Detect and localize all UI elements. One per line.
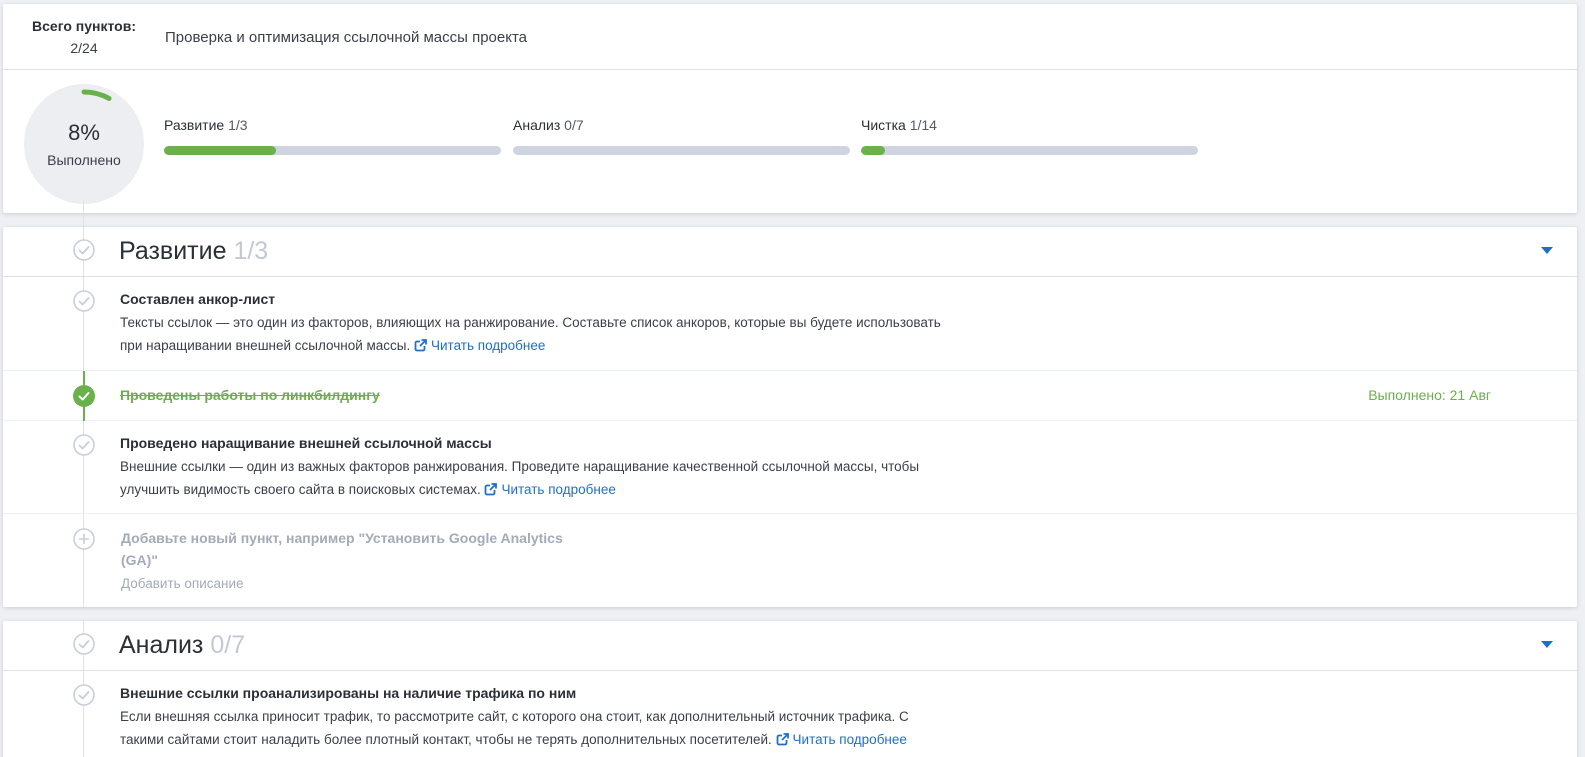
item-description: Внешние ссылки — один из важных факторов…: [120, 459, 920, 497]
add-item-title-placeholder[interactable]: Добавьте новый пункт, например "Установи…: [121, 527, 581, 571]
completed-date: Выполнено: 21 Авг: [1368, 387, 1491, 403]
item-title[interactable]: Проведено наращивание внешней ссылочной …: [120, 435, 492, 451]
section-header[interactable]: Развитие 1/3: [3, 227, 1577, 277]
add-item-row[interactable]: Добавьте новый пункт, например "Установи…: [3, 514, 1577, 606]
section-razvitie: Развитие 1/3 Составлен анкор-лист Тексты…: [3, 227, 1577, 607]
read-more-link[interactable]: Читать подробнее: [776, 732, 907, 747]
project-title: Проверка и оптимизация ссылочной массы п…: [165, 29, 528, 46]
item-check-icon[interactable]: [73, 290, 95, 312]
completion-circle: 8% Выполнено: [24, 84, 144, 204]
item-check-icon[interactable]: [73, 434, 95, 456]
checklist-item-done: Проведены работы по линкбилдингу Выполне…: [3, 371, 1577, 421]
collapse-caret-icon[interactable]: [1541, 247, 1553, 254]
progress-bar-fill: [861, 146, 885, 155]
progress-summary-card: Всего пунктов: 2/24 Проверка и оптимизац…: [3, 4, 1577, 213]
section-header[interactable]: Анализ 0/7: [3, 621, 1577, 671]
read-more-link[interactable]: Читать подробнее: [484, 482, 616, 497]
progress-bar: [513, 146, 850, 155]
item-check-icon[interactable]: [73, 684, 95, 706]
progress-bar: [861, 146, 1198, 155]
category-label: Чистка 1/14: [861, 117, 937, 133]
completion-percent: 8%: [68, 120, 100, 145]
section-check-icon[interactable]: [73, 633, 95, 655]
item-title[interactable]: Внешние ссылки проанализированы на налич…: [120, 685, 576, 701]
category-progress-razvitie: Развитие 1/3: [164, 117, 501, 155]
section-analiz: Анализ 0/7 Внешние ссылки проанализирова…: [3, 621, 1577, 757]
add-plus-icon[interactable]: [73, 528, 95, 550]
item-title[interactable]: Составлен анкор-лист: [120, 291, 275, 307]
section-title: Развитие 1/3: [119, 237, 269, 265]
item-title-done[interactable]: Проведены работы по линкбилдингу: [120, 387, 380, 403]
item-description: Если внешняя ссылка приносит трафик, то …: [120, 709, 909, 747]
progress-bar-fill: [164, 146, 277, 155]
checklist-item: Составлен анкор-лист Тексты ссылок — это…: [3, 277, 1577, 371]
section-check-icon[interactable]: [73, 239, 95, 261]
checklist-item: Внешние ссылки проанализированы на налич…: [3, 671, 1577, 757]
item-done-check-icon[interactable]: [73, 385, 95, 407]
collapse-caret-icon[interactable]: [1541, 641, 1553, 648]
item-description: Тексты ссылок — это один из факторов, вл…: [120, 315, 941, 353]
total-items-label: Всего пунктов:: [32, 18, 136, 34]
category-label: Анализ 0/7: [513, 117, 584, 133]
external-link-icon: [485, 482, 498, 495]
category-label: Развитие 1/3: [164, 117, 248, 133]
total-items-value: 2/24: [70, 40, 98, 56]
progress-bar: [164, 146, 501, 155]
external-link-icon: [414, 338, 427, 351]
read-more-link[interactable]: Читать подробнее: [414, 338, 545, 353]
section-title: Анализ 0/7: [119, 631, 246, 659]
timeline-connector: [83, 200, 84, 228]
completion-label: Выполнено: [47, 152, 121, 168]
add-description-placeholder[interactable]: Добавить описание: [121, 576, 244, 591]
category-progress-analiz: Анализ 0/7: [513, 117, 850, 155]
category-progress-chistka: Чистка 1/14: [861, 117, 1198, 155]
checklist-item: Проведено наращивание внешней ссылочной …: [3, 421, 1577, 514]
summary-header: Всего пунктов: 2/24 Проверка и оптимизац…: [3, 4, 1577, 70]
external-link-icon: [776, 732, 789, 745]
